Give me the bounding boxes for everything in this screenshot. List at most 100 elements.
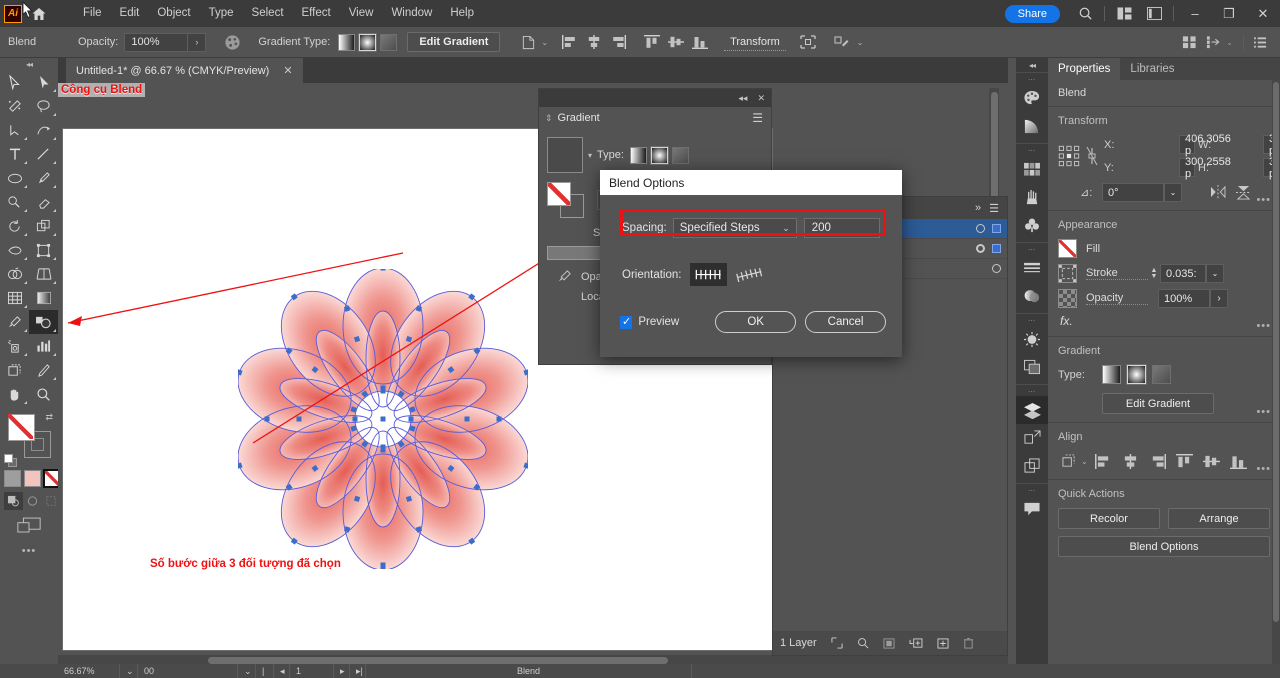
fill-swatch[interactable] [1058, 239, 1077, 258]
mesh-tool[interactable] [0, 286, 29, 310]
shaper-tool[interactable] [0, 190, 29, 214]
opacity-swatch[interactable] [1058, 289, 1077, 308]
ok-button[interactable]: OK [715, 311, 796, 333]
color-mode-button[interactable] [4, 470, 21, 487]
swap-fill-stroke-icon[interactable]: ⇄ [45, 412, 53, 423]
nav-last-button[interactable]: ▸| [350, 664, 366, 678]
chevron-down-icon-2[interactable]: ⌄ [857, 38, 864, 47]
gradient-panel-icon[interactable] [1016, 282, 1048, 310]
chevron-down-icon[interactable]: ⌄ [1081, 457, 1088, 466]
zoom-tool[interactable] [29, 382, 58, 406]
zoom-level[interactable]: 66.67% [58, 664, 120, 678]
menu-edit[interactable]: Edit [111, 0, 149, 27]
scale-tool[interactable] [29, 214, 58, 238]
draw-behind-icon[interactable] [23, 492, 42, 510]
arrange-object-icon[interactable] [1201, 31, 1225, 53]
opacity-input[interactable]: 100% [124, 33, 188, 52]
brushes-panel-icon[interactable] [1016, 183, 1048, 211]
column-graph-tool[interactable] [29, 334, 58, 358]
nav-prev-button[interactable]: ◂ [274, 664, 290, 678]
y-input[interactable]: 300.2558 p [1179, 158, 1195, 177]
align-center-horizontal-icon[interactable] [582, 31, 606, 53]
edit-gradient-button[interactable]: Edit Gradient [1102, 393, 1214, 414]
toolbox-more-button[interactable]: ••• [0, 542, 58, 560]
align-left-icon[interactable] [1093, 451, 1115, 471]
gradient-type-radial[interactable] [1127, 365, 1146, 384]
edit-gradient-button[interactable]: Edit Gradient [407, 32, 500, 52]
reference-point-selector[interactable] [1058, 143, 1080, 169]
workspace-switcher-icon[interactable] [1139, 0, 1169, 27]
orientation-align-to-path-icon[interactable] [731, 263, 768, 286]
document-tab[interactable]: Untitled-1* @ 66.67 % (CMYK/Preview) ✕ [66, 58, 303, 83]
width-tool[interactable] [0, 238, 29, 262]
selection-tool[interactable] [0, 70, 29, 94]
align-top-icon[interactable] [1174, 451, 1196, 471]
eyedropper-icon[interactable] [547, 269, 581, 284]
gradient-type-linear[interactable] [338, 34, 355, 51]
blend-tool[interactable] [29, 310, 58, 334]
stroke-dropdown-icon[interactable]: ⌄ [1206, 264, 1224, 283]
asset-export-panel-icon[interactable] [1016, 452, 1048, 480]
stroke-panel-icon[interactable] [1016, 254, 1048, 282]
search-icon[interactable] [1070, 0, 1100, 27]
appearance-panel-icon[interactable] [1016, 325, 1048, 353]
gradient-type-radial[interactable] [359, 34, 376, 51]
line-segment-tool[interactable] [29, 142, 58, 166]
symbol-sprayer-tool[interactable] [0, 334, 29, 358]
magic-wand-tool[interactable] [0, 94, 29, 118]
zoom-dropdown-icon[interactable]: ⌄ [120, 664, 138, 678]
recolor-artwork-icon[interactable] [220, 31, 244, 53]
slice-tool[interactable] [29, 358, 58, 382]
preview-checkbox[interactable] [620, 316, 632, 329]
panel-menu-icon[interactable]: ☰ [752, 111, 763, 125]
transparency-panel-icon[interactable] [1016, 353, 1048, 381]
flip-vertical-icon[interactable] [1236, 185, 1251, 200]
target-circle-icon[interactable] [976, 224, 985, 233]
gradient-more-options[interactable]: ••• [1256, 406, 1271, 418]
align-bottom-icon[interactable] [1228, 451, 1250, 471]
make-clipping-mask-icon[interactable] [883, 638, 895, 649]
stroke-weight-input[interactable]: 0.035: [1160, 264, 1206, 283]
arrange-documents-icon[interactable] [1109, 0, 1139, 27]
arrange-button[interactable]: Arrange [1168, 508, 1270, 529]
opacity-input[interactable]: 100% [1158, 289, 1210, 308]
artboard-number[interactable]: 1 [290, 664, 334, 678]
opacity-flyout-arrow[interactable]: › [1210, 289, 1228, 308]
close-icon[interactable]: ✕ [757, 93, 765, 104]
menu-file[interactable]: File [74, 0, 111, 27]
chevron-down-icon[interactable]: ⌄ [541, 38, 548, 47]
flip-horizontal-icon[interactable] [1210, 185, 1226, 200]
collapse-icon[interactable]: ◂◂ [738, 93, 747, 104]
nav-first-button[interactable]: |◂ [256, 664, 274, 678]
x-input[interactable]: 406.3056 p [1179, 135, 1195, 154]
stroke-swatch[interactable] [1058, 264, 1077, 283]
align-top-icon[interactable] [640, 31, 664, 53]
gradient-fill-stroke-toggle[interactable] [547, 182, 587, 220]
align-to-selection-icon[interactable] [1058, 451, 1080, 471]
target-circle-icon[interactable] [976, 244, 985, 253]
direct-selection-tool[interactable] [29, 70, 58, 94]
expand-icon[interactable]: » [975, 202, 981, 215]
color-guide-panel-icon[interactable] [1016, 112, 1048, 140]
menu-object[interactable]: Object [148, 0, 199, 27]
swatches-panel-icon[interactable] [1016, 155, 1048, 183]
close-button[interactable]: ✕ [1246, 0, 1280, 27]
paintbrush-tool[interactable] [29, 166, 58, 190]
gradient-type-freeform[interactable] [672, 147, 689, 164]
align-center-h-icon[interactable] [1120, 451, 1142, 471]
type-tool[interactable] [0, 142, 29, 166]
gradient-type-linear[interactable] [1102, 365, 1121, 384]
screen-mode-icon[interactable] [0, 514, 58, 536]
layers-panel-icon[interactable] [1016, 396, 1048, 424]
align-more-options[interactable]: ••• [1256, 463, 1271, 475]
select-similar-icon[interactable] [830, 31, 854, 53]
shape-builder-tool[interactable] [0, 262, 29, 286]
new-sublayer-icon[interactable] [909, 638, 923, 649]
align-right-icon[interactable] [1147, 451, 1169, 471]
flower-blend-artwork[interactable] [238, 269, 528, 569]
distribute-spacing-icon[interactable] [1177, 31, 1201, 53]
gradient-mode-button[interactable] [24, 470, 41, 487]
document-setup-icon[interactable] [516, 31, 540, 53]
new-layer-icon[interactable] [937, 638, 949, 649]
cancel-button[interactable]: Cancel [805, 311, 886, 333]
